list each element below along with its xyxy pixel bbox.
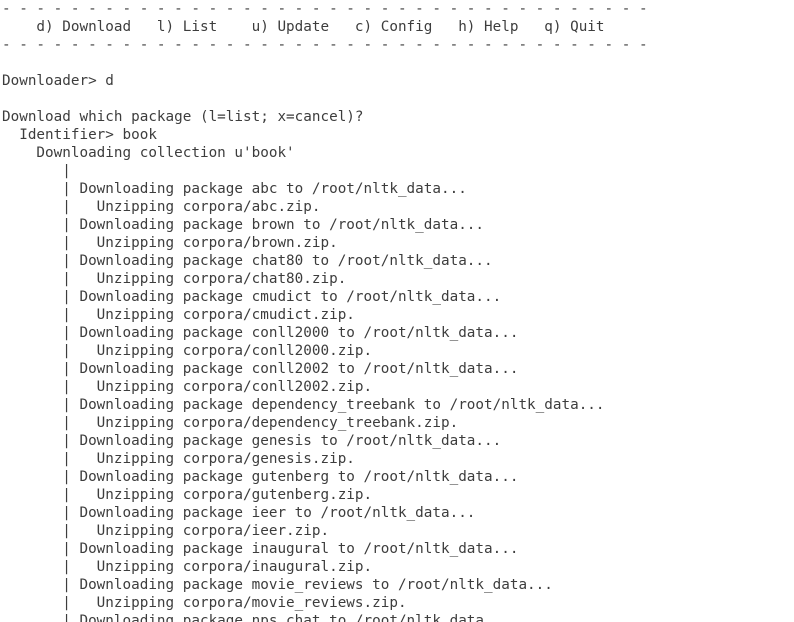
- log-line: | Downloading package dependency_treeban…: [2, 397, 605, 413]
- download-log-output: | Downloading package abc to /root/nltk_…: [0, 180, 794, 622]
- log-line: | Downloading package genesis to /root/n…: [2, 433, 502, 449]
- log-line: | Downloading package brown to /root/nlt…: [2, 217, 485, 233]
- log-line: | Unzipping corpora/movie_reviews.zip.: [2, 595, 407, 611]
- menu-rule-top: - - - - - - - - - - - - - - - - - - - - …: [2, 1, 648, 17]
- log-line: | Downloading package conll2002 to /root…: [2, 361, 519, 377]
- log-line: | Unzipping corpora/cmudict.zip.: [2, 307, 355, 323]
- menu-bar[interactable]: d) Download l) List u) Update c) Config …: [0, 18, 794, 36]
- log-line: | Downloading package abc to /root/nltk_…: [2, 181, 467, 197]
- log-line: | Unzipping corpora/abc.zip.: [2, 199, 321, 215]
- spacer-line-2: [0, 90, 794, 108]
- log-line: | Unzipping corpora/dependency_treebank.…: [2, 415, 459, 431]
- identifier-prompt-line[interactable]: Identifier> book: [0, 126, 794, 144]
- log-line: | Unzipping corpora/genesis.zip.: [2, 451, 355, 467]
- log-line: | Unzipping corpora/gutenberg.zip.: [2, 487, 373, 503]
- log-line: | Unzipping corpora/conll2002.zip.: [2, 379, 373, 395]
- spacer-line-1: [0, 54, 794, 72]
- package-question-line: Download which package (l=list; x=cancel…: [2, 109, 364, 125]
- terminal-window[interactable]: - - - - - - - - - - - - - - - - - - - - …: [0, 0, 794, 622]
- log-pipe-line: |: [2, 163, 71, 179]
- log-line: | Downloading package gutenberg to /root…: [2, 469, 519, 485]
- log-line: | Downloading package conll2000 to /root…: [2, 325, 519, 341]
- log-line: | Downloading package cmudict to /root/n…: [2, 289, 502, 305]
- log-line: | Downloading package chat80 to /root/nl…: [2, 253, 493, 269]
- log-line: | Unzipping corpora/ieer.zip.: [2, 523, 330, 539]
- log-line: | Unzipping corpora/brown.zip.: [2, 235, 338, 251]
- log-line: | Unzipping corpora/chat80.zip.: [2, 271, 347, 287]
- log-line: | Downloading package nps_chat to /root/…: [2, 613, 510, 622]
- log-line: | Unzipping corpora/inaugural.zip.: [2, 559, 373, 575]
- menu-rule-bottom: - - - - - - - - - - - - - - - - - - - - …: [2, 37, 648, 53]
- log-line: | Unzipping corpora/conll2000.zip.: [2, 343, 373, 359]
- log-line: | Downloading package movie_reviews to /…: [2, 577, 553, 593]
- log-line: | Downloading package ieer to /root/nltk…: [2, 505, 476, 521]
- menu-bar-text[interactable]: d) Download l) List u) Update c) Config …: [0, 18, 794, 36]
- collection-status-line: Downloading collection u'book': [2, 145, 295, 161]
- log-line: | Downloading package inaugural to /root…: [2, 541, 519, 557]
- downloader-prompt-line[interactable]: Downloader> d: [0, 72, 794, 90]
